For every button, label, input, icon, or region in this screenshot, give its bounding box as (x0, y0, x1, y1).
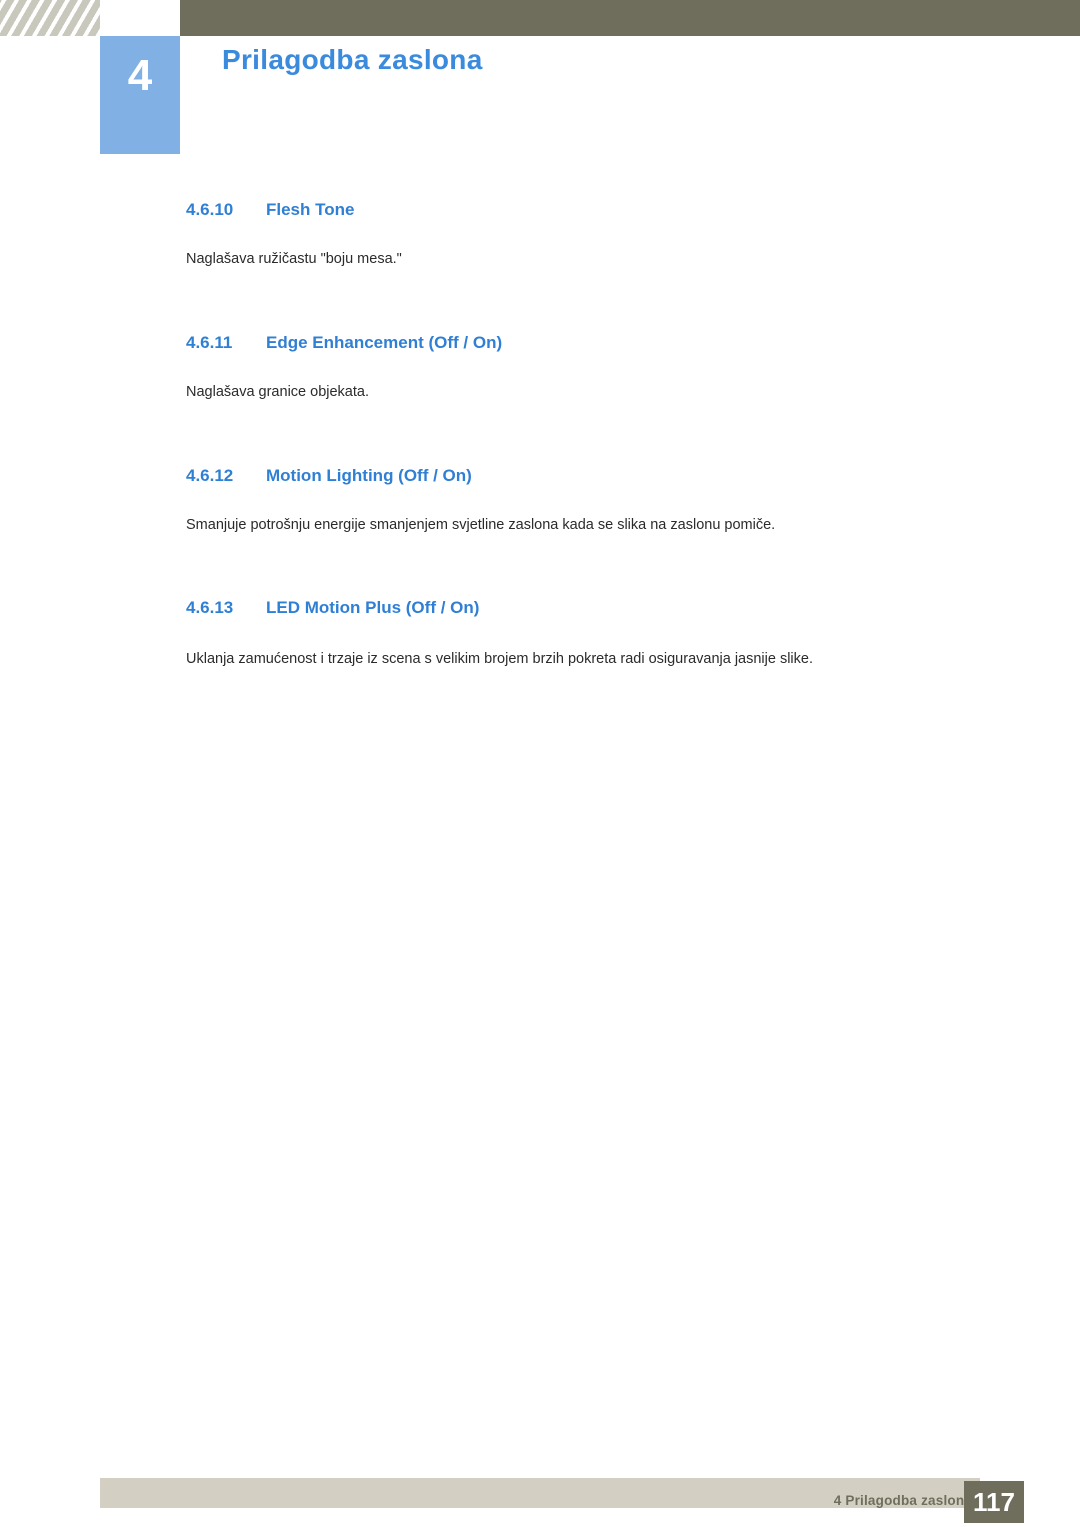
section-body: Naglašava granice objekata. (186, 383, 369, 400)
section-title: Edge Enhancement (Off / On) (266, 332, 503, 352)
page-header (0, 0, 1080, 36)
section-4-6-10: 4.6.10 Flesh Tone Naglašava ružičastu "bo… (186, 200, 976, 271)
section-body: Naglašava ružičastu "boju mesa." (186, 251, 402, 267)
chapter-title: Prilagodba zaslona (222, 44, 483, 75)
section-body: Uklanja zamućenost i trzaje iz scena s v… (186, 651, 813, 668)
section-number: 4.6.13 (186, 598, 234, 618)
section-number: 4.6.11 (186, 332, 233, 352)
section-heading: 4.6.11 Edge Enhancement (Off / On) (186, 333, 976, 353)
header-hatch-decoration (0, 0, 100, 36)
section-heading: 4.6.10 Flesh Tone (186, 200, 976, 220)
section-heading: 4.6.13 LED Motion Plus (Off / On) (186, 598, 976, 618)
section-heading: 4.6.12 Motion Lighting (Off / On) (186, 466, 976, 486)
section-number: 4.6.10 (186, 200, 234, 219)
page-number: 117 (964, 1481, 1024, 1523)
section-4-6-12: 4.6.12 Motion Lighting (Off / On) Smanjuj… (186, 466, 976, 537)
section-title: Flesh Tone (266, 200, 355, 219)
page-content: 4.6.10 Flesh Tone Naglašava ružičastu "bo… (186, 200, 976, 671)
chapter-number: 4 (127, 51, 153, 100)
footer-chapter-label: 4 Prilagodba zaslona (833, 1493, 972, 1508)
section-body: Smanjuje potrošnju energije smanjenjem s… (186, 516, 776, 533)
section-number: 4.6.12 (186, 465, 234, 485)
section-4-6-11: 4.6.11 Edge Enhancement (Off / On) Naglaš… (186, 333, 976, 404)
header-bar (180, 0, 1080, 36)
section-title: Motion Lighting (Off / On) (266, 465, 472, 485)
header-gap (100, 0, 180, 36)
section-4-6-13: 4.6.13 LED Motion Plus (Off / On) Uklanja… (186, 598, 976, 671)
section-title: LED Motion Plus (Off / On) (266, 598, 480, 618)
